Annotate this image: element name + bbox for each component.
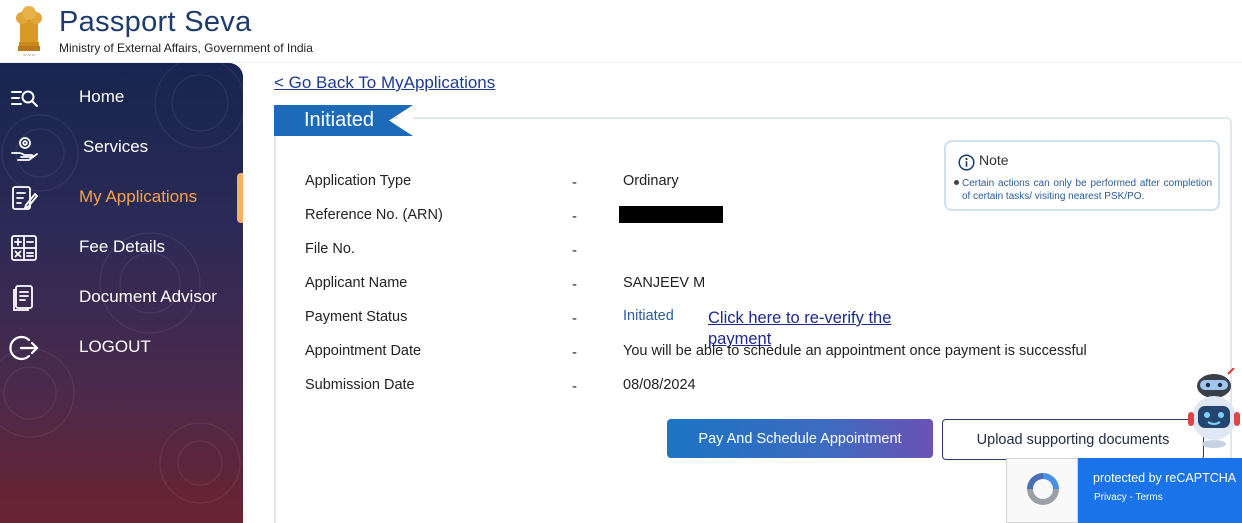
sidebar-item-home[interactable]: Home xyxy=(0,75,243,121)
note-box: Note Certain actions can only be perform… xyxy=(944,140,1220,211)
status-tag-label: Initiated xyxy=(304,109,375,131)
field-label-submission-date: Submission Date xyxy=(305,377,415,393)
sidebar-item-label: My Applications xyxy=(79,187,198,206)
sidebar-item-label: Home xyxy=(79,87,125,106)
field-label-arn: Reference No. (ARN) xyxy=(305,207,443,223)
field-separator: - xyxy=(572,344,577,361)
site-header: ~~~ Passport Seva Ministry of External A… xyxy=(0,0,1242,63)
field-value-application-type: Ordinary xyxy=(623,173,679,189)
info-icon xyxy=(958,154,975,171)
brand-subtitle: Ministry of External Affairs, Government… xyxy=(59,41,313,55)
field-separator: - xyxy=(572,174,577,191)
search-menu-icon xyxy=(11,90,38,107)
sidebar-item-services[interactable]: Services xyxy=(0,125,243,171)
field-label-file-no: File No. xyxy=(305,241,355,257)
field-separator: - xyxy=(572,208,577,225)
redacted-arn-value xyxy=(619,206,723,223)
field-label-payment-status: Payment Status xyxy=(305,309,408,325)
field-value-applicant-name: SANJEEV M xyxy=(623,275,706,291)
note-text: Certain actions can only be performed af… xyxy=(962,178,1212,202)
recaptcha-badge[interactable]: protected by reCAPTCHA Privacy - Terms xyxy=(1006,458,1242,523)
sidebar-item-document-advisor[interactable]: Document Advisor xyxy=(0,275,243,321)
chatbot-robot-icon[interactable] xyxy=(1186,368,1242,448)
field-value-submission-date: 08/08/2024 xyxy=(623,377,696,393)
field-separator: - xyxy=(572,242,577,259)
note-title: Note xyxy=(979,152,1009,168)
field-value-appointment-date: You will be able to schedule an appointm… xyxy=(623,343,1087,359)
field-separator: - xyxy=(572,276,577,293)
page: ~~~ Passport Seva Ministry of External A… xyxy=(0,0,1242,523)
sidebar-item-logout[interactable]: LOGOUT xyxy=(0,325,243,371)
recaptcha-text: protected by reCAPTCHA xyxy=(1093,471,1237,485)
sidebar-item-label: Fee Details xyxy=(79,237,165,256)
recaptcha-privacy-terms-link[interactable]: Privacy - Terms xyxy=(1094,492,1163,503)
national-emblem-logo: ~~~ xyxy=(16,6,42,58)
logout-icon xyxy=(9,335,39,361)
back-to-applications-link[interactable]: < Go Back To MyApplications xyxy=(274,73,495,93)
sidebar-item-fee-details[interactable]: Fee Details xyxy=(0,225,243,271)
sidebar-item-my-applications[interactable]: My Applications xyxy=(0,175,243,221)
recaptcha-panel: protected by reCAPTCHA Privacy - Terms xyxy=(1078,458,1242,523)
field-separator: - xyxy=(572,378,577,395)
upload-documents-button[interactable]: Upload supporting documents xyxy=(942,419,1204,460)
document-icon xyxy=(13,285,33,311)
field-label-application-type: Application Type xyxy=(305,173,412,189)
applications-icon xyxy=(12,186,39,210)
bullet-icon xyxy=(954,180,959,185)
active-indicator xyxy=(237,173,243,223)
pay-and-schedule-button[interactable]: Pay And Schedule Appointment xyxy=(667,419,933,458)
field-label-applicant-name: Applicant Name xyxy=(305,275,408,291)
recaptcha-logo-icon xyxy=(1027,473,1059,505)
calculator-icon xyxy=(11,235,37,261)
brand-title: Passport Seva xyxy=(59,6,252,38)
sidebar-item-label: Document Advisor xyxy=(79,287,217,306)
status-tag: Initiated xyxy=(274,105,414,136)
field-value-payment-status: Initiated xyxy=(623,308,674,324)
recaptcha-logo-box xyxy=(1006,458,1078,523)
services-hand-icon xyxy=(11,137,38,161)
field-separator: - xyxy=(572,310,577,327)
sidebar-item-label: Services xyxy=(83,137,149,156)
svg-text:~~~: ~~~ xyxy=(23,53,36,58)
sidebar: Home Services My Applications Fee Detail… xyxy=(0,63,243,523)
sidebar-item-label: LOGOUT xyxy=(79,337,151,356)
field-label-appointment-date: Appointment Date xyxy=(305,343,422,359)
